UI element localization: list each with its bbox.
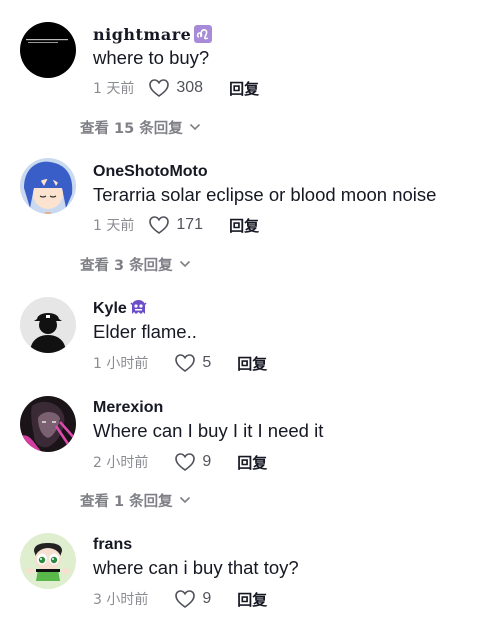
view-replies-label: 查看 1 条回复 — [80, 493, 173, 510]
heart-icon — [175, 453, 196, 471]
comment-meta: 1 小时前 5 回复 — [93, 351, 267, 375]
comment-text: Elder flame.. — [93, 321, 197, 342]
avatar[interactable] — [20, 22, 76, 78]
comment-text: Terarria solar eclipse or blood moon noi… — [93, 184, 437, 205]
username-text: Kyle — [93, 300, 127, 317]
view-replies-label: 查看 3 条回复 — [80, 257, 173, 274]
comment-time: 1 小时前 — [93, 356, 149, 372]
view-replies-button[interactable]: 查看 1 条回复 — [80, 488, 191, 512]
like-button[interactable]: 171 — [148, 215, 203, 235]
like-button[interactable]: 9 — [174, 589, 211, 609]
avatar[interactable] — [20, 158, 76, 214]
like-count: 9 — [202, 590, 212, 607]
username[interactable]: OneShotoMoto — [93, 162, 208, 182]
comment-time: 1 天前 — [93, 81, 135, 97]
comment-text: where to buy? — [93, 47, 210, 68]
comment-meta: 1 天前 308 回复 — [93, 76, 259, 100]
view-replies-button[interactable]: 查看 15 条回复 — [80, 115, 201, 139]
view-replies-button[interactable]: 查看 3 条回复 — [80, 252, 191, 276]
chevron-down-icon — [189, 123, 200, 131]
heart-icon — [175, 590, 196, 608]
username-text: nightmare — [93, 25, 192, 44]
comment-text: where can i buy that toy? — [93, 557, 299, 578]
username[interactable]: Merexion — [93, 398, 163, 418]
purple-monster-icon — [130, 299, 147, 322]
heart-icon — [149, 216, 170, 234]
comment-time: 3 小时前 — [93, 592, 149, 608]
comment-time: 1 天前 — [93, 218, 135, 234]
comment-time: 2 小时前 — [93, 455, 149, 471]
view-replies-label: 查看 15 条回复 — [80, 120, 183, 137]
avatar[interactable] — [20, 297, 76, 353]
avatar[interactable] — [20, 396, 76, 452]
like-count: 171 — [176, 216, 204, 233]
reply-button[interactable]: 回复 — [237, 589, 267, 610]
reply-button[interactable]: 回复 — [229, 78, 259, 99]
leo-zodiac-icon — [194, 25, 213, 48]
username[interactable]: frans — [93, 535, 132, 555]
avatar[interactable] — [20, 533, 76, 589]
heart-icon — [149, 79, 170, 97]
comment-meta: 3 小时前 9 回复 — [93, 587, 267, 611]
comment-text: Where can I buy I it I need it — [93, 420, 324, 441]
chevron-down-icon — [179, 496, 190, 504]
like-button[interactable]: 5 — [174, 353, 211, 373]
reply-button[interactable]: 回复 — [237, 452, 267, 473]
like-count: 5 — [202, 354, 212, 371]
like-button[interactable]: 9 — [174, 452, 211, 472]
username[interactable]: Kyle — [93, 299, 147, 322]
heart-icon — [175, 354, 196, 372]
reply-button[interactable]: 回复 — [237, 353, 267, 374]
like-count: 9 — [202, 453, 212, 470]
comment-meta: 2 小时前 9 回复 — [93, 450, 267, 474]
like-button[interactable]: 308 — [148, 78, 203, 98]
chevron-down-icon — [179, 260, 190, 268]
username[interactable]: nightmare — [93, 25, 213, 48]
like-count: 308 — [176, 79, 204, 96]
comment-meta: 1 天前 171 回复 — [93, 213, 259, 237]
reply-button[interactable]: 回复 — [229, 215, 259, 236]
